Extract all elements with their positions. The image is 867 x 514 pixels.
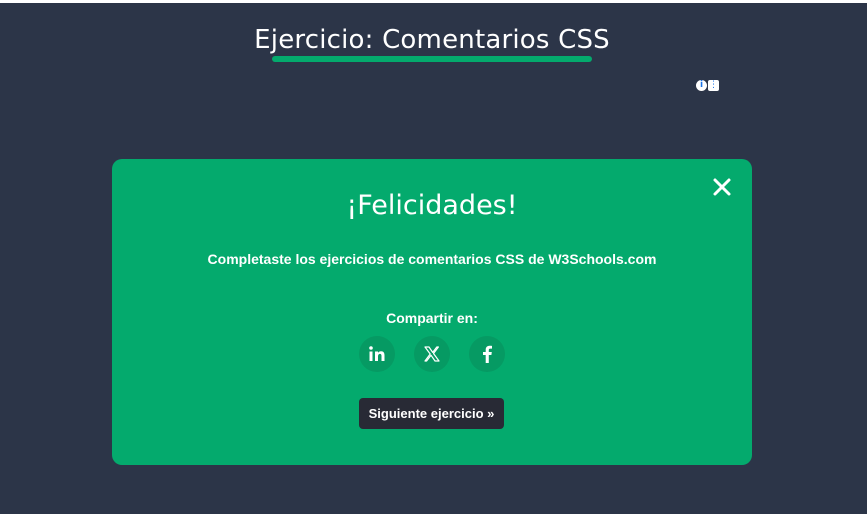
share-label: Compartir en: — [386, 310, 478, 326]
share-linkedin-button[interactable] — [359, 336, 395, 372]
title-underline — [272, 56, 592, 62]
top-edge-strip — [0, 0, 867, 3]
x-icon — [424, 346, 440, 362]
page-title: Ejercicio: Comentarios CSS — [254, 25, 610, 55]
linkedin-icon — [369, 346, 385, 361]
modal-title: ¡Felicidades! — [346, 190, 518, 221]
modal-message: Completaste los ejercicios de comentario… — [207, 251, 657, 267]
facebook-icon — [483, 345, 492, 363]
ad-badge[interactable]: i ⋮ — [696, 80, 719, 91]
more-vertical-icon[interactable]: ⋮ — [708, 80, 719, 91]
congratulations-modal: ¡Felicidades! Completaste los ejercicios… — [112, 159, 752, 465]
next-exercise-button[interactable]: Siguiente ejercicio » — [359, 398, 504, 429]
info-icon[interactable]: i — [696, 80, 707, 91]
share-x-button[interactable] — [414, 336, 450, 372]
share-facebook-button[interactable] — [469, 336, 505, 372]
share-buttons — [112, 336, 752, 372]
